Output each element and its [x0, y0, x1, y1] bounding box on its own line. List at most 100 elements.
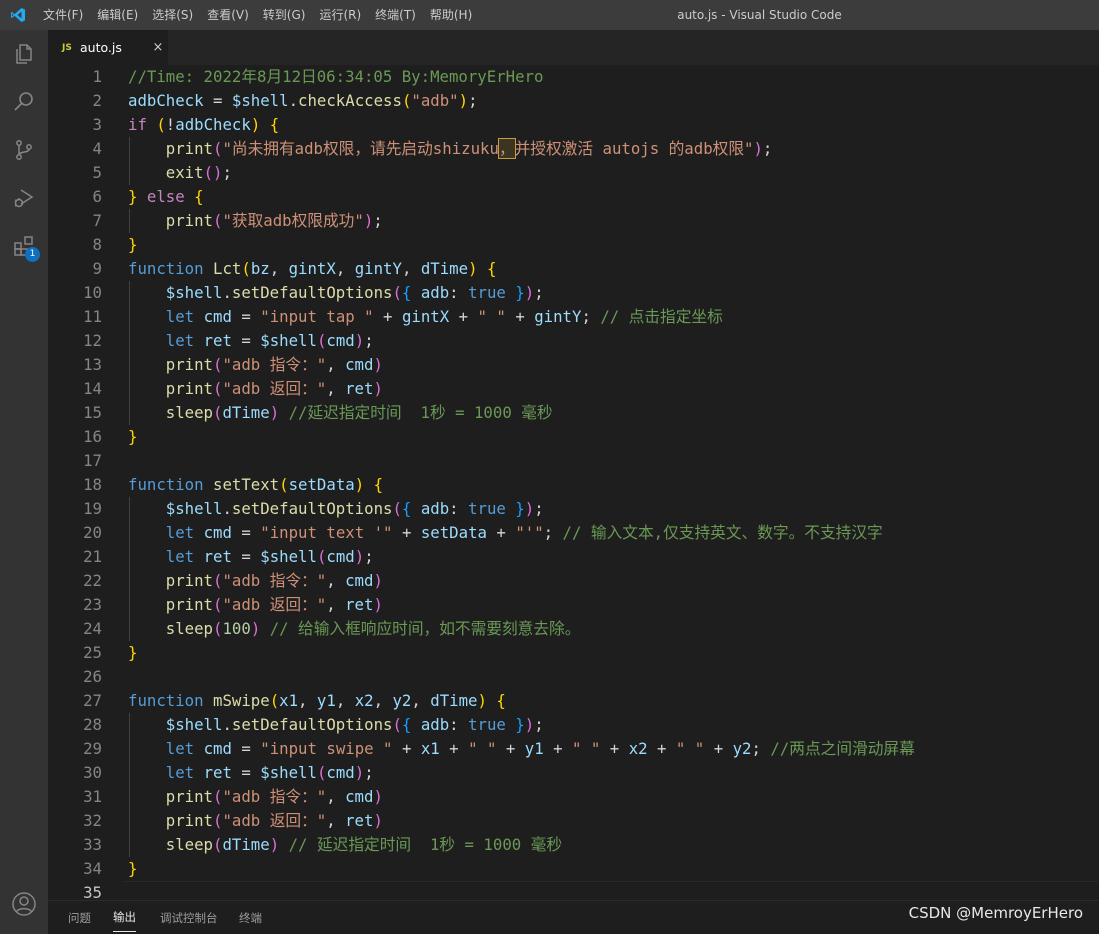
code-line[interactable]: 19 $shell.setDefaultOptions({ adb: true …: [48, 497, 1099, 521]
code-line[interactable]: 16}: [48, 425, 1099, 449]
code-line[interactable]: 11 let cmd = "input tap " + gintX + " " …: [48, 305, 1099, 329]
code-token: ,: [401, 259, 421, 278]
code-line[interactable]: 29 let cmd = "input swipe " + x1 + " " +…: [48, 737, 1099, 761]
code-token: ): [354, 547, 365, 566]
code-token: adb: [420, 715, 450, 734]
line-number: 2: [92, 91, 102, 110]
close-icon[interactable]: ×: [148, 40, 168, 55]
code-line[interactable]: 17: [48, 449, 1099, 473]
code-line[interactable]: 15 sleep(dTime) //延迟指定时间 1秒 = 1000 毫秒: [48, 401, 1099, 425]
code-token: ;: [364, 331, 374, 350]
tab-auto-js[interactable]: JS auto.js ×: [48, 30, 168, 65]
extensions-icon[interactable]: 1: [0, 222, 48, 270]
code-line[interactable]: 6} else {: [48, 185, 1099, 209]
code-line[interactable]: 20 let cmd = "input text '" + setData + …: [48, 521, 1099, 545]
code-token: ,: [326, 787, 346, 806]
menu-edit[interactable]: 编辑(E): [90, 0, 145, 30]
tab-problems[interactable]: 问题: [68, 901, 91, 934]
code-token: ,: [326, 355, 346, 374]
code-line[interactable]: 2 adbCheck = $shell.checkAccess("adb");: [48, 89, 1099, 113]
code-token: :: [449, 283, 469, 302]
code-line[interactable]: 27 function mSwipe(x1, y1, x2, y2, dTime)…: [48, 689, 1099, 713]
line-number: 20: [83, 523, 102, 542]
code-token: setData: [420, 523, 487, 542]
code-line[interactable]: 30 let ret = $shell(cmd);: [48, 761, 1099, 785]
code-line[interactable]: 18 function setText(setData) {: [48, 473, 1099, 497]
code-token: //两点之间滑动屏幕: [770, 739, 915, 758]
code-token: {: [401, 499, 412, 518]
code-line[interactable]: 13 print("adb 指令：", cmd): [48, 353, 1099, 377]
code-line[interactable]: 22 print("adb 指令：", cmd): [48, 569, 1099, 593]
search-icon[interactable]: [0, 78, 48, 126]
account-icon[interactable]: [0, 880, 48, 928]
code-line[interactable]: 21 let ret = $shell(cmd);: [48, 545, 1099, 569]
code-token: ;: [762, 139, 773, 158]
code-token: "adb 返回：": [222, 811, 327, 830]
code-token: x1: [420, 739, 440, 758]
code-line[interactable]: 12 let ret = $shell(cmd);: [48, 329, 1099, 353]
code-line[interactable]: 1 //Time: 2022年8月12日06:34:05 By:MemoryErH…: [48, 65, 1099, 89]
code-text: print("尚未拥有adb权限，请先启动shizuku，并授权激活 autoj…: [128, 137, 772, 161]
tab-debug-console[interactable]: 调试控制台: [160, 901, 218, 934]
code-token: Lct: [213, 259, 242, 278]
code-token: =: [231, 331, 261, 350]
code-line[interactable]: 5 exit();: [48, 161, 1099, 185]
code-line[interactable]: 14 print("adb 返回：", ret): [48, 377, 1099, 401]
line-number: 29: [83, 739, 102, 758]
line-number: 27: [83, 691, 102, 710]
source-control-icon[interactable]: [0, 126, 48, 174]
code-line[interactable]: 23 print("adb 返回：", ret): [48, 593, 1099, 617]
menu-selection[interactable]: 选择(S): [145, 0, 200, 30]
code-text: let cmd = "input swipe " + x1 + " " + y1…: [128, 737, 915, 761]
files-icon[interactable]: [0, 30, 48, 78]
code-line[interactable]: 33 sleep(dTime) // 延迟指定时间 1秒 = 1000 毫秒: [48, 833, 1099, 857]
menu-run[interactable]: 运行(R): [312, 0, 368, 30]
code-token: mSwipe: [213, 691, 270, 710]
menu-terminal[interactable]: 终端(T): [368, 0, 423, 30]
menu-help[interactable]: 帮助(H): [423, 0, 479, 30]
code-line[interactable]: 25}: [48, 641, 1099, 665]
code-token: ): [354, 475, 365, 494]
code-line[interactable]: 31 print("adb 指令：", cmd): [48, 785, 1099, 809]
menu-go[interactable]: 转到(G): [256, 0, 313, 30]
code-line[interactable]: 35: [48, 881, 1099, 900]
code-line[interactable]: 34}: [48, 857, 1099, 881]
run-debug-icon[interactable]: [0, 174, 48, 222]
code-editor[interactable]: 1 //Time: 2022年8月12日06:34:05 By:MemoryErH…: [48, 65, 1099, 900]
code-token: sleep: [165, 403, 214, 422]
code-token: "adb 指令：": [222, 571, 327, 590]
code-token: ): [477, 691, 487, 710]
code-line[interactable]: 10 $shell.setDefaultOptions({ adb: true …: [48, 281, 1099, 305]
code-line[interactable]: 7 print("获取adb权限成功");: [48, 209, 1099, 233]
line-number: 15: [83, 403, 102, 422]
code-token: +: [505, 307, 535, 326]
code-token: y1: [524, 739, 544, 758]
tab-output[interactable]: 输出: [113, 901, 136, 932]
code-line[interactable]: 4 print("尚未拥有adb权限，请先启动shizuku，并授权激活 aut…: [48, 137, 1099, 161]
code-token: function: [128, 259, 204, 278]
code-line[interactable]: 8}: [48, 233, 1099, 257]
code-token: ): [354, 763, 365, 782]
code-token: ): [468, 259, 478, 278]
code-line[interactable]: 24 sleep(100) // 给输入框响应时间，如不需要刻意去除。: [48, 617, 1099, 641]
code-token: x2: [354, 691, 374, 710]
code-token: dTime: [222, 835, 270, 854]
code-line[interactable]: 32 print("adb 返回：", ret): [48, 809, 1099, 833]
code-line[interactable]: 3 if (!adbCheck) {: [48, 113, 1099, 137]
code-line[interactable]: 26: [48, 665, 1099, 689]
code-token: ): [524, 283, 535, 302]
code-token: +: [704, 739, 733, 758]
code-line[interactable]: 28 $shell.setDefaultOptions({ adb: true …: [48, 713, 1099, 737]
menu-file[interactable]: 文件(F): [36, 0, 90, 30]
code-line[interactable]: 9 function Lct(bz, gintX, gintY, dTime) {: [48, 257, 1099, 281]
menu-view[interactable]: 查看(V): [200, 0, 256, 30]
code-token: +: [486, 523, 516, 542]
code-token: ,: [411, 691, 431, 710]
tab-terminal[interactable]: 终端: [239, 901, 262, 934]
